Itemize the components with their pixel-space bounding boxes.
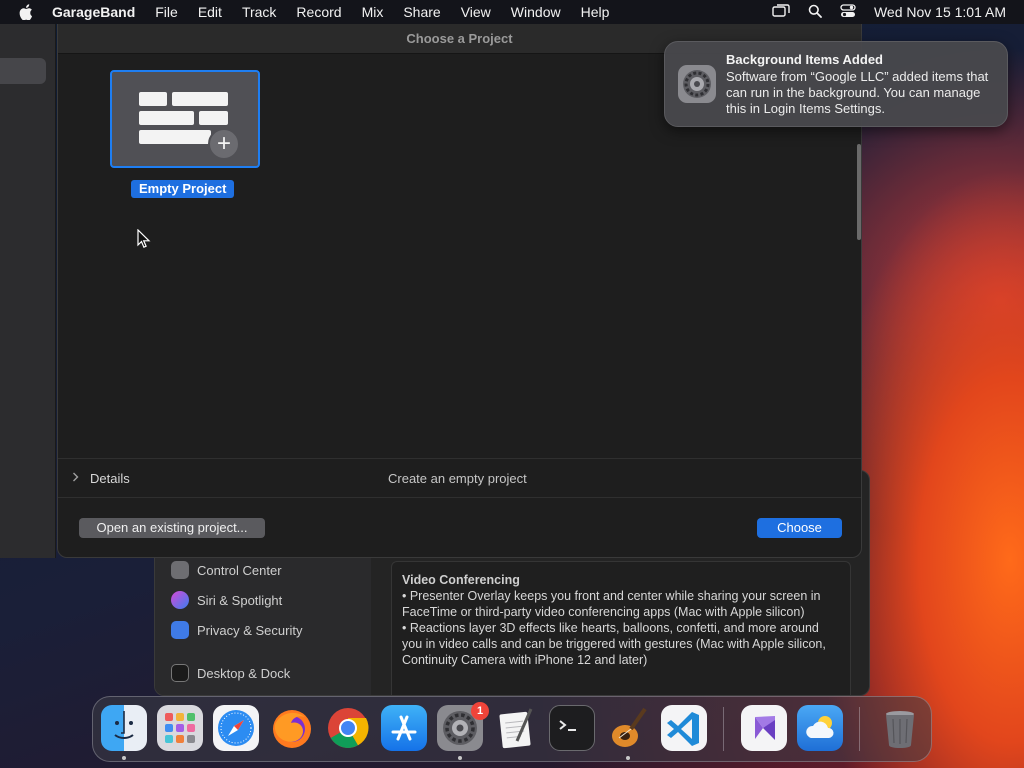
- chrome-icon[interactable]: [325, 705, 371, 751]
- menu-help[interactable]: Help: [571, 0, 620, 24]
- siri-icon: [171, 591, 189, 609]
- screen-mirroring-icon[interactable]: [772, 3, 790, 21]
- dock-separator: [859, 707, 860, 751]
- sidebar-item-label: Control Center: [197, 562, 282, 578]
- plus-icon: +: [208, 128, 240, 160]
- details-description: Create an empty project: [388, 471, 527, 486]
- project-label[interactable]: Empty Project: [131, 180, 235, 198]
- menu-file[interactable]: File: [145, 0, 188, 24]
- mouse-pointer-icon: [137, 228, 151, 249]
- control-center-icon: [171, 561, 189, 579]
- safari-icon[interactable]: [213, 705, 259, 751]
- running-indicator: [458, 756, 462, 760]
- notification-body: Software from “Google LLC” added items t…: [726, 69, 989, 116]
- menu-edit[interactable]: Edit: [188, 0, 232, 24]
- running-indicator: [122, 756, 126, 760]
- sidebar-item-label: Siri & Spotlight: [197, 592, 283, 608]
- sidebar-selection: [0, 58, 46, 84]
- dock-separator: [723, 707, 724, 751]
- feature-bullet: • Presenter Overlay keeps you front and …: [402, 589, 821, 619]
- details-bar: Details Create an empty project: [58, 458, 861, 498]
- brick-shape: [139, 130, 211, 144]
- feature-bullet: • Reactions layer 3D effects like hearts…: [402, 621, 826, 667]
- scrollbar-thumb[interactable]: [857, 144, 861, 240]
- sidebar-item-label: Desktop & Dock: [197, 665, 291, 681]
- empty-project-tile[interactable]: +: [110, 70, 260, 168]
- running-indicator: [626, 756, 630, 760]
- sidebar-item-label: Privacy & Security: [197, 622, 303, 638]
- trash-icon[interactable]: [877, 705, 923, 751]
- sidebar-item-privacy-security[interactable]: Privacy & Security: [171, 621, 302, 639]
- choose-button[interactable]: Choose: [757, 518, 842, 538]
- brick-shape: [139, 92, 167, 106]
- release-notes-content: Video Conferencing • Presenter Overlay k…: [391, 561, 851, 695]
- weather-icon[interactable]: [797, 705, 843, 751]
- sidebar-item-desktop-dock[interactable]: Desktop & Dock: [171, 664, 290, 682]
- open-existing-project-button[interactable]: Open an existing project...: [79, 518, 265, 538]
- background-window-edge: [0, 24, 56, 558]
- section-title: Video Conferencing: [402, 573, 520, 587]
- menu-record[interactable]: Record: [286, 0, 351, 24]
- dialog-footer: Open an existing project... Choose: [58, 498, 861, 557]
- notification-title: Background Items Added: [726, 52, 883, 67]
- desktop-dock-icon: [171, 664, 189, 682]
- garageband-icon[interactable]: [605, 705, 651, 751]
- hand-icon: [171, 621, 189, 639]
- sidebar-item-control-center[interactable]: Control Center: [171, 561, 282, 579]
- launchpad-icon[interactable]: [157, 705, 203, 751]
- menu-bar-clock[interactable]: Wed Nov 15 1:01 AM: [874, 4, 1006, 20]
- finder-icon[interactable]: [101, 705, 147, 751]
- background-items-notification[interactable]: Background Items Added Software from “Go…: [664, 41, 1008, 127]
- chevron-right-icon[interactable]: [72, 472, 84, 485]
- menu-track[interactable]: Track: [232, 0, 286, 24]
- spotlight-search-icon[interactable]: [808, 4, 822, 21]
- menu-share[interactable]: Share: [393, 0, 450, 24]
- script-editor-icon[interactable]: [493, 705, 539, 751]
- system-settings-gear-icon: [677, 64, 717, 104]
- menu-app-name[interactable]: GarageBand: [52, 0, 145, 24]
- brick-shape: [172, 92, 228, 106]
- menu-bar: GarageBand File Edit Track Record Mix Sh…: [0, 0, 1024, 24]
- app-store-icon[interactable]: [381, 705, 427, 751]
- firefox-icon[interactable]: [269, 705, 315, 751]
- sidebar-item-siri-spotlight[interactable]: Siri & Spotlight: [171, 591, 282, 609]
- dock: 1: [92, 696, 932, 762]
- apple-menu-icon[interactable]: [0, 4, 52, 20]
- menu-window[interactable]: Window: [501, 0, 571, 24]
- vscode-icon[interactable]: [661, 705, 707, 751]
- notification-badge: 1: [471, 702, 489, 720]
- visual-studio-icon[interactable]: [741, 705, 787, 751]
- details-toggle[interactable]: Details: [90, 471, 130, 486]
- menu-mix[interactable]: Mix: [352, 0, 394, 24]
- terminal-icon[interactable]: [549, 705, 595, 751]
- brick-shape: [139, 111, 194, 125]
- brick-shape: [199, 111, 228, 125]
- menu-view[interactable]: View: [451, 0, 501, 24]
- control-center-icon[interactable]: [840, 3, 856, 21]
